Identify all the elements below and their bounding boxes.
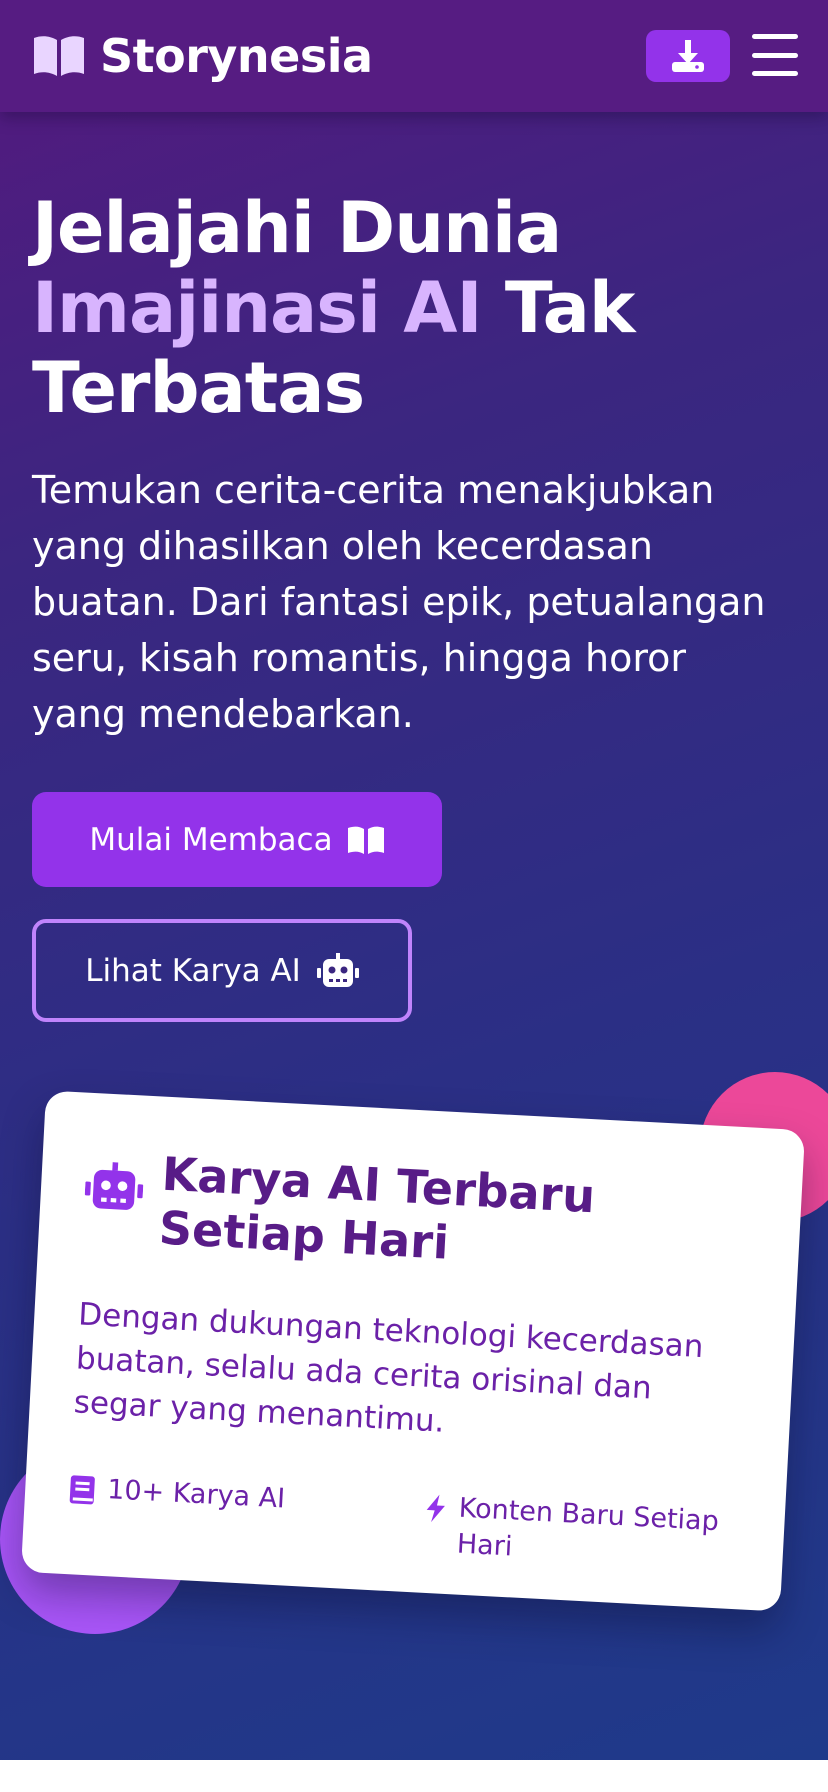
- headline-accent: Imajinasi AI: [32, 267, 483, 349]
- hero-headline: Jelajahi Dunia Imajinasi AI Tak Terbatas: [32, 188, 792, 428]
- card-header: Karya AI Terbaru Setiap Hari: [82, 1143, 767, 1286]
- hero-section: Storynesia Jelajahi Dunia Imajinasi AI T…: [0, 0, 828, 1760]
- menu-line: [752, 71, 798, 76]
- stat-label: Konten Baru Setiap Hari: [456, 1492, 720, 1563]
- feature-card: Karya AI Terbaru Setiap Hari Dengan duku…: [20, 1090, 806, 1612]
- brand-name: Storynesia: [100, 29, 373, 83]
- download-button[interactable]: [646, 30, 730, 82]
- open-book-icon: [347, 826, 384, 854]
- card-description: Dengan dukungan teknologi kecerdasan bua…: [72, 1296, 705, 1440]
- view-ai-works-button[interactable]: Lihat Karya AI: [32, 919, 412, 1022]
- stat-ai-works: 10+ Karya AI: [68, 1470, 369, 1522]
- robot-icon: [84, 1162, 144, 1210]
- hamburger-menu-icon[interactable]: [752, 34, 798, 76]
- book-icon: [69, 1475, 95, 1505]
- menu-line: [752, 52, 798, 58]
- brand-logo[interactable]: Storynesia: [32, 26, 373, 86]
- start-reading-label: Mulai Membaca: [89, 821, 333, 858]
- download-icon: [672, 40, 704, 72]
- headline-line-3: Terbatas: [32, 347, 365, 429]
- hero-description: Temukan cerita-cerita menakjubkan yang d…: [32, 468, 766, 736]
- headline-after-accent: Tak: [481, 267, 636, 349]
- site-header: Storynesia: [0, 0, 828, 112]
- robot-icon: [316, 952, 359, 987]
- open-book-icon: [34, 36, 84, 76]
- menu-line: [752, 34, 798, 39]
- stat-label: 10+ Karya AI: [106, 1474, 286, 1515]
- headline-line-1: Jelajahi Dunia: [32, 187, 562, 269]
- card-title: Karya AI Terbaru Setiap Hari: [157, 1146, 597, 1270]
- bolt-icon: [426, 1494, 445, 1523]
- stat-daily-content: Konten Baru Setiap Hari: [422, 1489, 735, 1577]
- view-ai-works-label: Lihat Karya AI: [85, 952, 301, 989]
- start-reading-button[interactable]: Mulai Membaca: [32, 792, 442, 887]
